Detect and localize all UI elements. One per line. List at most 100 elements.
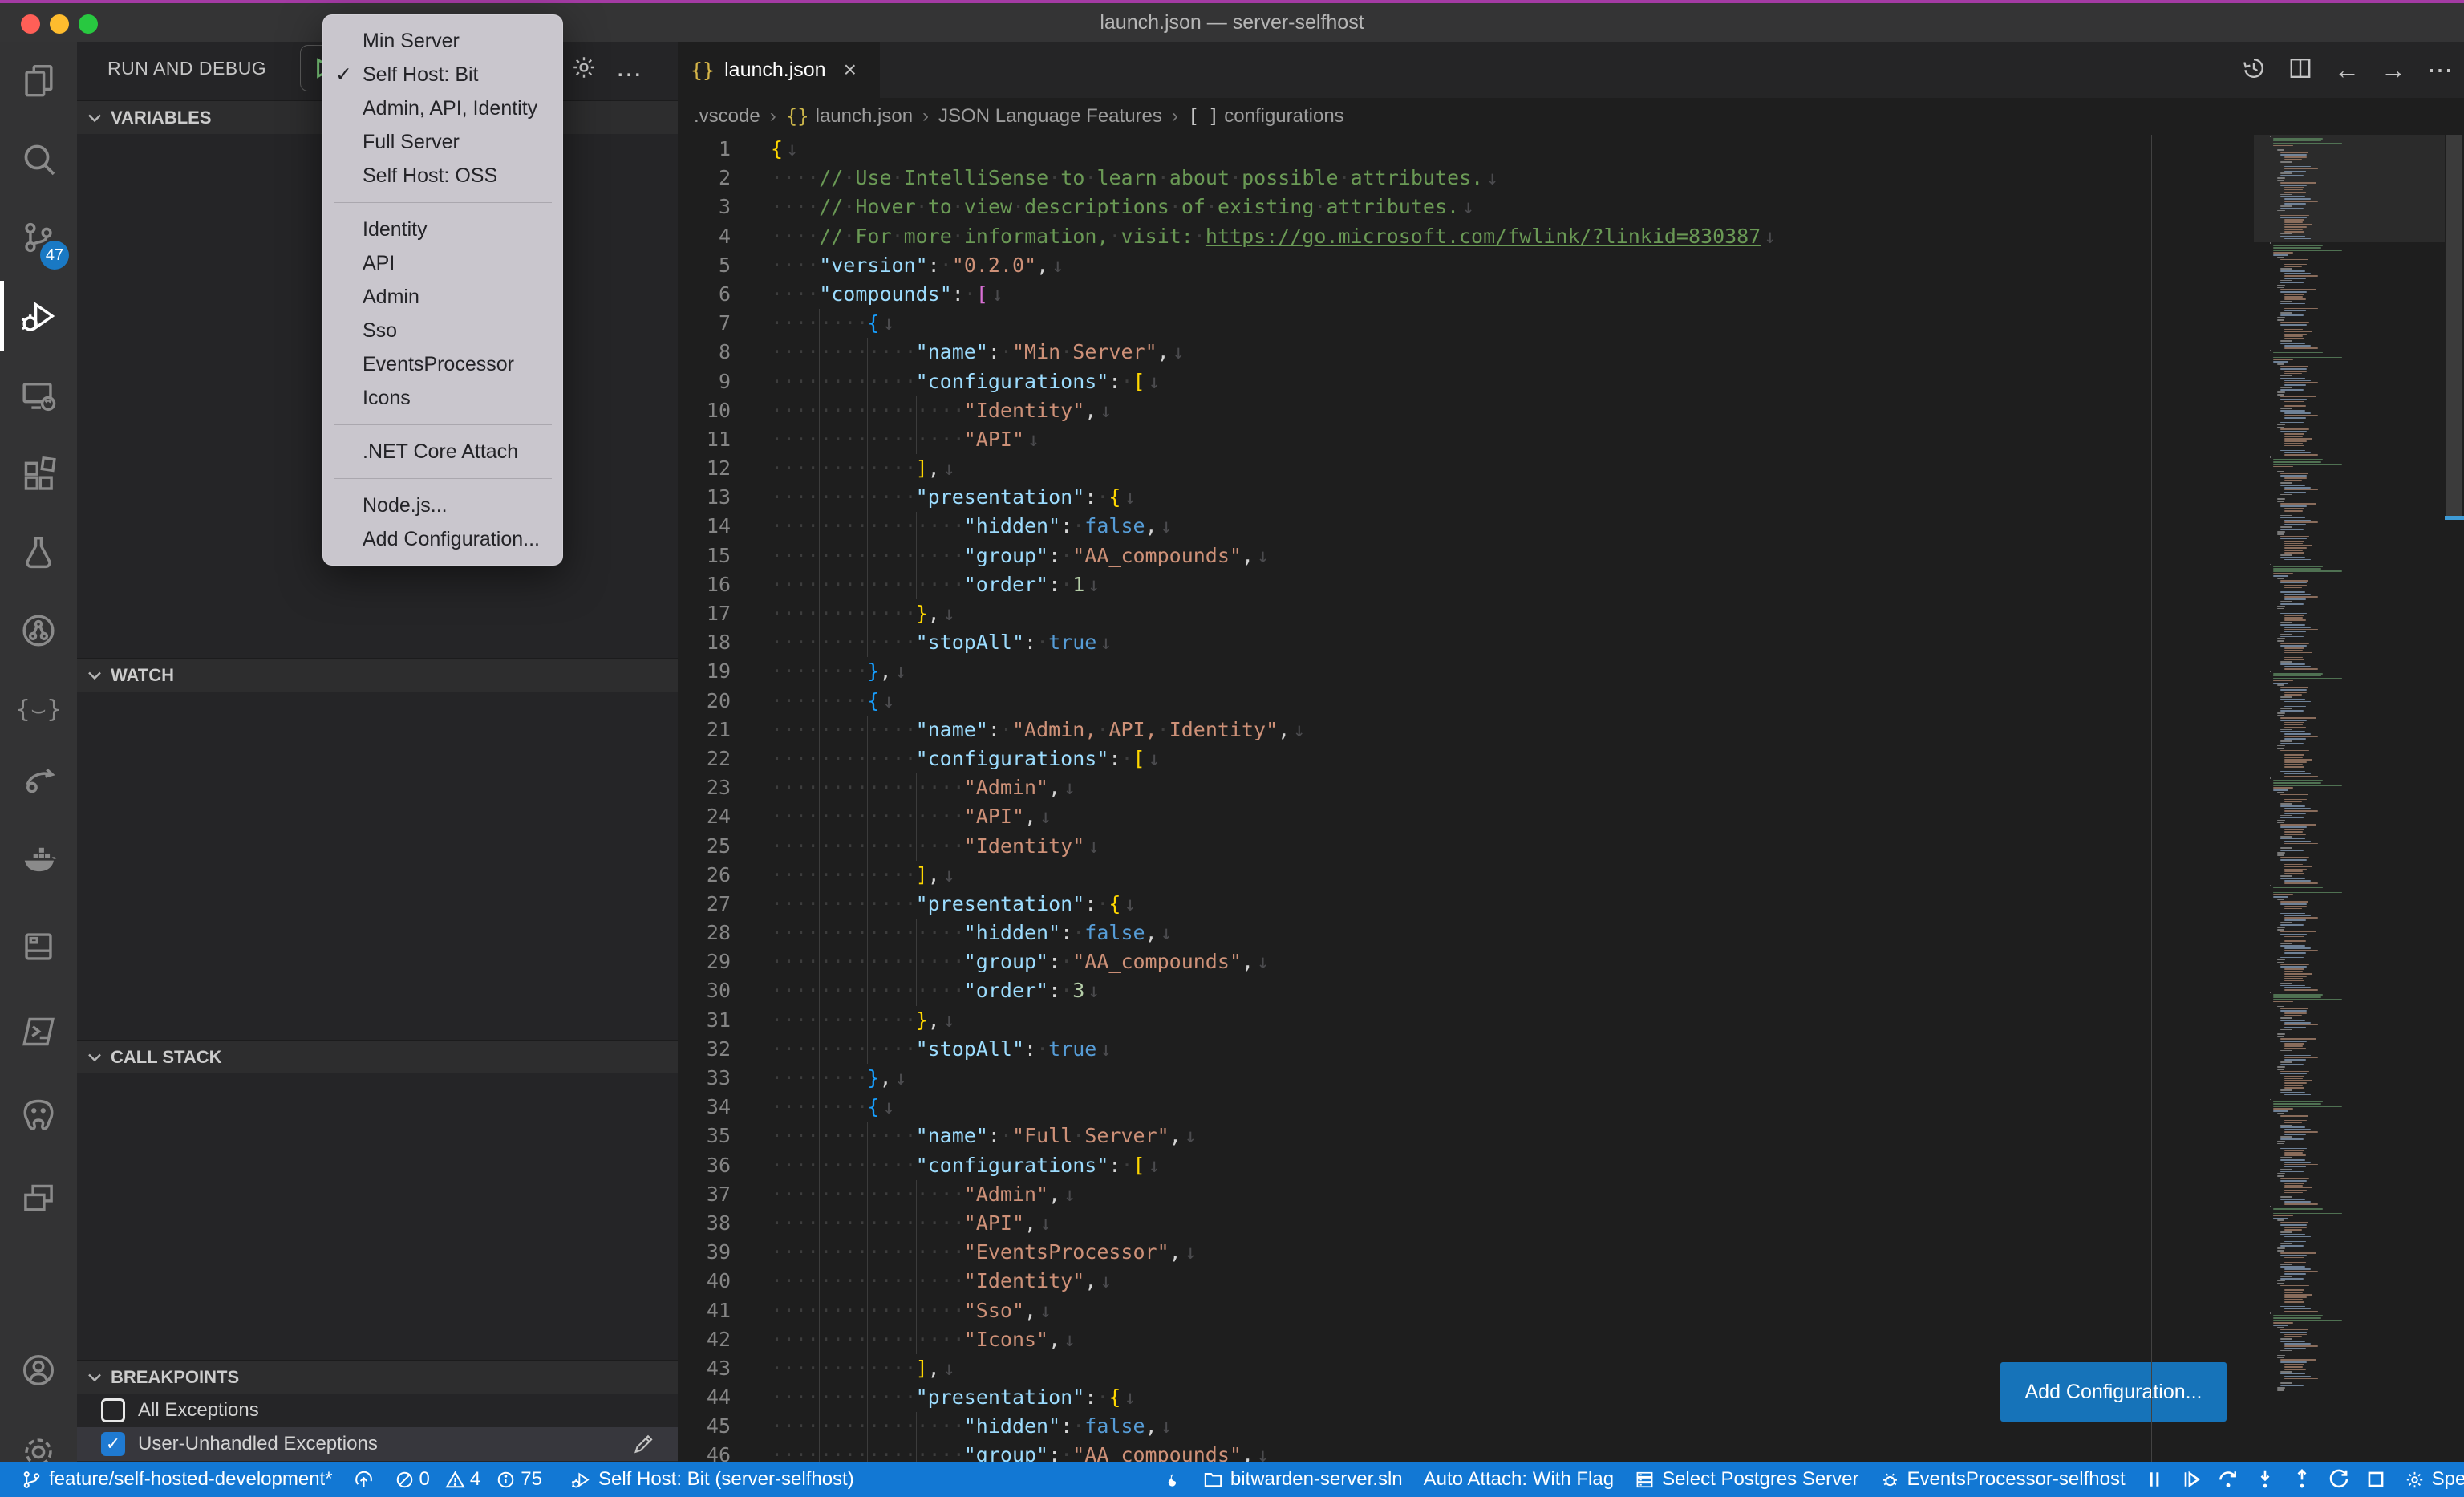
spell-item[interactable]: Spell [2394, 1462, 2464, 1497]
line-number[interactable]: 26 [678, 861, 731, 890]
add-configuration-button[interactable]: Add Configuration... [2000, 1362, 2227, 1422]
timeline-history-icon[interactable] [2241, 55, 2267, 85]
auto-attach-item[interactable]: Auto Attach: With Flag [1413, 1462, 1624, 1497]
git-graph-icon[interactable] [0, 594, 77, 667]
code-line[interactable]: 33········},↓ [678, 1064, 2254, 1093]
breakpoint-row[interactable]: All Exceptions [77, 1394, 678, 1427]
problems-item[interactable]: 0475 [384, 1462, 561, 1497]
code-line[interactable]: 46················"group":·"AA_compounds… [678, 1441, 2254, 1462]
code-line[interactable]: 10················"Identity",↓ [678, 396, 2254, 425]
branch-item[interactable]: feature/self-hosted-development* [11, 1462, 343, 1497]
navigate-back-icon[interactable]: ← [2334, 57, 2360, 83]
events-processor-item[interactable]: EventsProcessor-selfhost [1870, 1462, 2136, 1497]
code-line[interactable]: 7········{↓ [678, 309, 2254, 338]
thunder-client-icon[interactable]: {⌣} [0, 672, 77, 746]
debug-continue[interactable] [2173, 1462, 2210, 1497]
line-number[interactable]: 20 [678, 687, 731, 716]
line-number[interactable]: 28 [678, 919, 731, 947]
code-line[interactable]: 38················"API",↓ [678, 1209, 2254, 1238]
code-line[interactable]: 8············"name":·"Min·Server",↓ [678, 338, 2254, 367]
code-line[interactable]: 35············"name":·"Full·Server",↓ [678, 1122, 2254, 1150]
minimap-slider[interactable] [2254, 135, 2445, 242]
menu-item[interactable]: Sso [322, 314, 563, 347]
line-number[interactable]: 46 [678, 1441, 731, 1462]
debug-step-into[interactable] [2247, 1462, 2284, 1497]
powershell-terminal-icon[interactable] [0, 995, 77, 1069]
code-line[interactable]: 28················"hidden":·false,↓ [678, 919, 2254, 947]
line-number[interactable]: 6 [678, 280, 731, 309]
extensions-icon[interactable] [0, 436, 77, 510]
line-number[interactable]: 12 [678, 454, 731, 483]
code-line[interactable]: 2····//·Use·IntelliSense·to·learn·about·… [678, 164, 2254, 193]
postgres-item[interactable]: Select Postgres Server [1624, 1462, 1869, 1497]
line-number[interactable]: 33 [678, 1064, 731, 1093]
line-number[interactable]: 2 [678, 164, 731, 193]
line-number[interactable]: 42 [678, 1325, 731, 1354]
breadcrumb-item[interactable]: .vscode [694, 105, 760, 128]
backup-storage-icon[interactable] [0, 910, 77, 984]
code-line[interactable]: 37················"Admin",↓ [678, 1180, 2254, 1209]
breadcrumb[interactable]: .vscode›{}launch.json›JSON Language Feat… [678, 98, 2464, 135]
line-number[interactable]: 43 [678, 1354, 731, 1383]
zoom-window-button[interactable] [79, 14, 98, 34]
line-number[interactable]: 10 [678, 396, 731, 425]
code-line[interactable]: 9············"configurations":·[↓ [678, 367, 2254, 396]
line-number[interactable]: 40 [678, 1267, 731, 1296]
menu-item[interactable]: Full Server [322, 125, 563, 159]
code-line[interactable]: 15················"group":·"AA_compounds… [678, 542, 2254, 570]
breadcrumb-item[interactable]: {}launch.json [786, 105, 913, 128]
close-window-button[interactable] [21, 14, 40, 34]
line-number[interactable]: 16 [678, 570, 731, 599]
line-number[interactable]: 5 [678, 251, 731, 280]
close-tab-icon[interactable]: × [844, 57, 857, 83]
debug-restart[interactable] [2320, 1462, 2357, 1497]
code-line[interactable]: 11················"API"↓ [678, 425, 2254, 454]
minimize-window-button[interactable] [50, 14, 69, 34]
code-line[interactable]: 20········{↓ [678, 687, 2254, 716]
navigate-forward-icon[interactable]: → [2381, 57, 2406, 83]
line-number[interactable]: 23 [678, 773, 731, 802]
code-line[interactable]: 17············},↓ [678, 599, 2254, 628]
menu-item[interactable]: .NET Core Attach [322, 435, 563, 469]
code-line[interactable]: 5····"version":·"0.2.0",↓ [678, 251, 2254, 280]
code-line[interactable]: 27············"presentation":·{↓ [678, 890, 2254, 919]
line-number[interactable]: 34 [678, 1093, 731, 1122]
code-line[interactable]: 21············"name":·"Admin,·API,·Ident… [678, 716, 2254, 744]
line-number[interactable]: 17 [678, 599, 731, 628]
tab-launch-json[interactable]: {} launch.json × [678, 42, 880, 98]
section-watch[interactable]: WATCH [77, 658, 678, 692]
code-line[interactable]: 36············"configurations":·[↓ [678, 1151, 2254, 1180]
code-line[interactable]: 39················"EventsProcessor",↓ [678, 1238, 2254, 1267]
line-number[interactable]: 32 [678, 1035, 731, 1064]
code-line[interactable]: 14················"hidden":·false,↓ [678, 512, 2254, 541]
debug-pause[interactable] [2136, 1462, 2173, 1497]
code-line[interactable]: 42················"Icons",↓ [678, 1325, 2254, 1354]
line-number[interactable]: 13 [678, 483, 731, 512]
minimap[interactable] [2254, 135, 2445, 1462]
docker-icon[interactable] [0, 820, 77, 894]
code-line[interactable]: 40················"Identity",↓ [678, 1267, 2254, 1296]
line-number[interactable]: 37 [678, 1180, 731, 1209]
menu-item[interactable]: ✓Self Host: Bit [322, 58, 563, 91]
explorer-icon[interactable] [0, 43, 77, 117]
menu-item[interactable]: Add Configuration... [322, 522, 563, 556]
line-number[interactable]: 39 [678, 1238, 731, 1267]
window-panels-icon[interactable] [0, 1162, 77, 1235]
debug-config-item[interactable]: Self Host: Bit (server-selfhost) [561, 1462, 865, 1497]
line-number[interactable]: 35 [678, 1122, 731, 1150]
code-editor[interactable]: 1{↓2····//·Use·IntelliSense·to·learn·abo… [678, 135, 2254, 1462]
code-line[interactable]: 41················"Sso",↓ [678, 1296, 2254, 1325]
line-number[interactable]: 24 [678, 802, 731, 831]
breadcrumb-item[interactable]: [ ]configurations [1188, 105, 1344, 128]
line-number[interactable]: 8 [678, 338, 731, 367]
checked-checkbox[interactable]: ✓ [101, 1432, 125, 1456]
publish-item[interactable] [343, 1462, 384, 1497]
section-breakpoints[interactable]: BREAKPOINTS [77, 1360, 678, 1394]
edit-pencil-icon[interactable] [631, 1432, 655, 1456]
line-number[interactable]: 27 [678, 890, 731, 919]
account-icon[interactable] [0, 1333, 77, 1407]
line-number[interactable]: 38 [678, 1209, 731, 1238]
menu-item[interactable]: API [322, 246, 563, 280]
line-number[interactable]: 36 [678, 1151, 731, 1180]
code-line[interactable]: 18············"stopAll":·true↓ [678, 628, 2254, 657]
